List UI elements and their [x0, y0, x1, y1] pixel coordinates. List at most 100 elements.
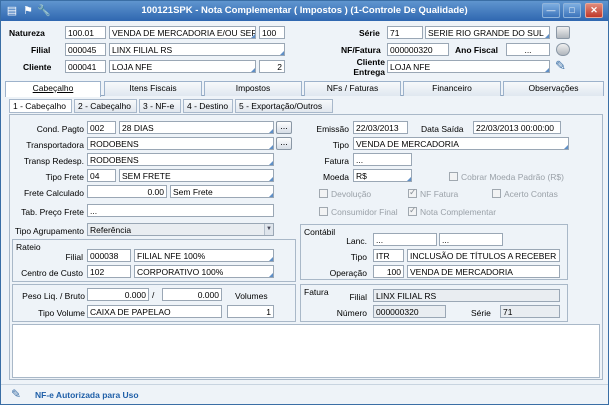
minimize-button[interactable]: — — [542, 3, 560, 18]
cond-pagto-code-field[interactable]: 002 — [87, 121, 116, 134]
tipo-field[interactable]: VENDA DE MERCADORIA — [353, 137, 569, 150]
filial-desc: LINX FILIAL RS — [112, 45, 173, 55]
consumidor-final-checkbox[interactable] — [319, 207, 328, 216]
fatura-serie-field[interactable]: 71 — [500, 305, 560, 318]
tab-cabecalho[interactable]: Cabeçalho — [5, 81, 101, 97]
centro-custo-desc-field[interactable]: CORPORATIVO 100% — [134, 265, 274, 278]
fatura-field[interactable]: ... — [353, 153, 412, 166]
lookup-corner-icon — [269, 145, 273, 149]
natureza-code-field[interactable]: 100.01 — [65, 26, 106, 39]
transp-redesp-field[interactable]: RODOBENS — [87, 153, 274, 166]
peso-bruto-field[interactable]: 0.000 — [162, 288, 222, 301]
tab-preco-frete-field[interactable]: ... — [87, 204, 274, 217]
cliente-code-field[interactable]: 000041 — [65, 60, 106, 73]
main-window: ▤ ⚑ 🔧 100121SPK - Nota Complementar ( Im… — [0, 0, 609, 405]
natureza-desc-field[interactable]: VENDA DE MERCADORIA E/OU SERVI — [109, 26, 256, 39]
cond-pagto-label: Cond. Pagto — [36, 124, 84, 134]
subtab-2-cabecalho[interactable]: 2 - Cabeçalho — [74, 99, 137, 113]
ano-fiscal-field[interactable]: ... — [506, 43, 550, 56]
tipo-volume-field[interactable]: CAIXA DE PAPELAO — [87, 305, 222, 318]
lookup-corner-icon — [545, 34, 549, 38]
tipo-frete-desc-field[interactable]: SEM FRETE — [119, 169, 274, 182]
subtab-3-nfe[interactable]: 3 - NF-e — [139, 99, 181, 113]
volumes-qtd-field[interactable]: 1 — [227, 305, 274, 318]
centro-custo-label: Centro de Custo — [21, 268, 83, 278]
operacao-desc-field[interactable]: VENDA DE MERCADORIA — [407, 265, 560, 278]
frete-calculado-desc-field[interactable]: Sem Frete — [170, 185, 274, 198]
natureza-extra-field[interactable]: 100 — [259, 26, 285, 39]
devolucao-label: Devolução — [331, 189, 372, 199]
serie-action-button[interactable] — [556, 26, 570, 39]
subtab-5-exportacao[interactable]: 5 - Exportação/Outros — [235, 99, 333, 113]
fatura-numero-field[interactable]: 000000320 — [373, 305, 446, 318]
peso-liq-field[interactable]: 0.000 — [87, 288, 149, 301]
title-bar: ▤ ⚑ 🔧 100121SPK - Nota Complementar ( Im… — [1, 1, 608, 21]
cliente-label: Cliente — [23, 62, 52, 72]
contabil-tipo-label: Tipo — [350, 252, 367, 262]
filial-code-field[interactable]: 000045 — [65, 43, 106, 56]
contabil-tipo-desc-field[interactable]: INCLUSÃO DE TÍTULOS A RECEBER — [407, 249, 560, 262]
tipo-frete-code-field[interactable]: 04 — [87, 169, 116, 182]
cond-pagto-browse-button[interactable]: ... — [276, 121, 292, 134]
chevron-down-icon: ▼ — [264, 224, 273, 235]
rateio-filial-label: Filial — [65, 252, 83, 262]
devolucao-checkbox[interactable] — [319, 189, 328, 198]
subtab-1-cabecalho[interactable]: 1 - Cabeçalho — [9, 99, 72, 113]
lanc-field-2[interactable]: ... — [439, 233, 503, 246]
centro-custo-code-field[interactable]: 102 — [87, 265, 131, 278]
lanc-field-1[interactable]: ... — [373, 233, 437, 246]
transp-redesp-value: RODOBENS — [90, 155, 139, 165]
cliente-extra-field[interactable]: 2 — [259, 60, 285, 73]
maximize-button[interactable]: □ — [563, 3, 581, 18]
tab-itens-fiscais[interactable]: Itens Fiscais — [104, 81, 202, 96]
rateio-filial-desc-field[interactable]: FILIAL NFE 100% — [134, 249, 274, 262]
filial-desc-field[interactable]: LINX FILIAL RS — [109, 43, 285, 56]
cond-pagto-desc-field[interactable]: 28 DIAS — [119, 121, 274, 134]
acerto-contas-checkbox[interactable] — [492, 189, 501, 198]
transportadora-field[interactable]: RODOBENS — [87, 137, 274, 150]
moeda-field[interactable]: R$ — [353, 169, 412, 182]
emissao-field[interactable]: 22/03/2013 — [353, 121, 408, 134]
nf-fatura-checkbox[interactable] — [408, 187, 417, 198]
observacao-memo[interactable] — [12, 324, 600, 378]
tipo-volume-label: Tipo Volume — [38, 308, 85, 318]
centro-custo-desc: CORPORATIVO 100% — [137, 267, 224, 277]
transp-redesp-label: Transp Redesp. — [23, 156, 84, 166]
natureza-label: Natureza — [9, 28, 45, 38]
rateio-title: Rateio — [16, 242, 41, 252]
cliente-entrega-field[interactable]: LOJA NFE — [387, 60, 550, 73]
lookup-corner-icon — [280, 51, 284, 55]
fatura-filial-label: Filial — [349, 292, 367, 302]
close-button[interactable]: ✕ — [585, 3, 603, 18]
data-saida-field[interactable]: 22/03/2013 00:00:00 — [473, 121, 561, 134]
tab-impostos[interactable]: Impostos — [204, 81, 302, 96]
contabil-tipo-code-field[interactable]: ITR — [373, 249, 404, 262]
tab-observacoes[interactable]: Observações — [503, 81, 604, 96]
rateio-filial-code-field[interactable]: 000038 — [87, 249, 131, 262]
nota-complementar-label: Nota Complementar — [420, 207, 497, 217]
frete-calculado-field[interactable]: 0.00 — [87, 185, 167, 198]
globe-icon[interactable] — [556, 43, 570, 56]
serie-desc: SERIE RIO GRANDE DO SUL — [428, 28, 544, 38]
nf-fatura-field[interactable]: 000000320 — [387, 43, 449, 56]
tipo-agrupamento-select[interactable]: Referência ▼ — [87, 223, 274, 236]
cliente-desc-field[interactable]: LOJA NFE — [109, 60, 256, 73]
subtab-4-destino[interactable]: 4 - Destino — [183, 99, 233, 113]
cliente-entrega-label-1: Cliente — [356, 57, 385, 67]
cond-pagto-desc: 28 DIAS — [122, 123, 154, 133]
cliente-entrega-value: LOJA NFE — [390, 62, 431, 72]
lookup-corner-icon — [269, 129, 273, 133]
main-tabs: Cabeçalho Itens Fiscais Impostos NFs / F… — [5, 81, 604, 97]
fatura-filial-field[interactable]: LINX FILIAL RS — [373, 289, 560, 302]
tab-financeiro[interactable]: Financeiro — [403, 81, 501, 96]
cobrar-moeda-checkbox[interactable] — [449, 172, 458, 181]
transportadora-browse-button[interactable]: ... — [276, 137, 292, 150]
edit-icon[interactable]: ✎ — [555, 58, 566, 74]
operacao-code-field[interactable]: 100 — [373, 265, 404, 278]
serie-desc-field[interactable]: SERIE RIO GRANDE DO SUL — [425, 26, 550, 39]
tab-label: Impostos — [235, 83, 271, 93]
nota-complementar-checkbox[interactable] — [408, 205, 417, 216]
serie-code-field[interactable]: 71 — [387, 26, 423, 39]
lookup-corner-icon — [251, 68, 255, 72]
tab-nfs-faturas[interactable]: NFs / Faturas — [304, 81, 401, 96]
